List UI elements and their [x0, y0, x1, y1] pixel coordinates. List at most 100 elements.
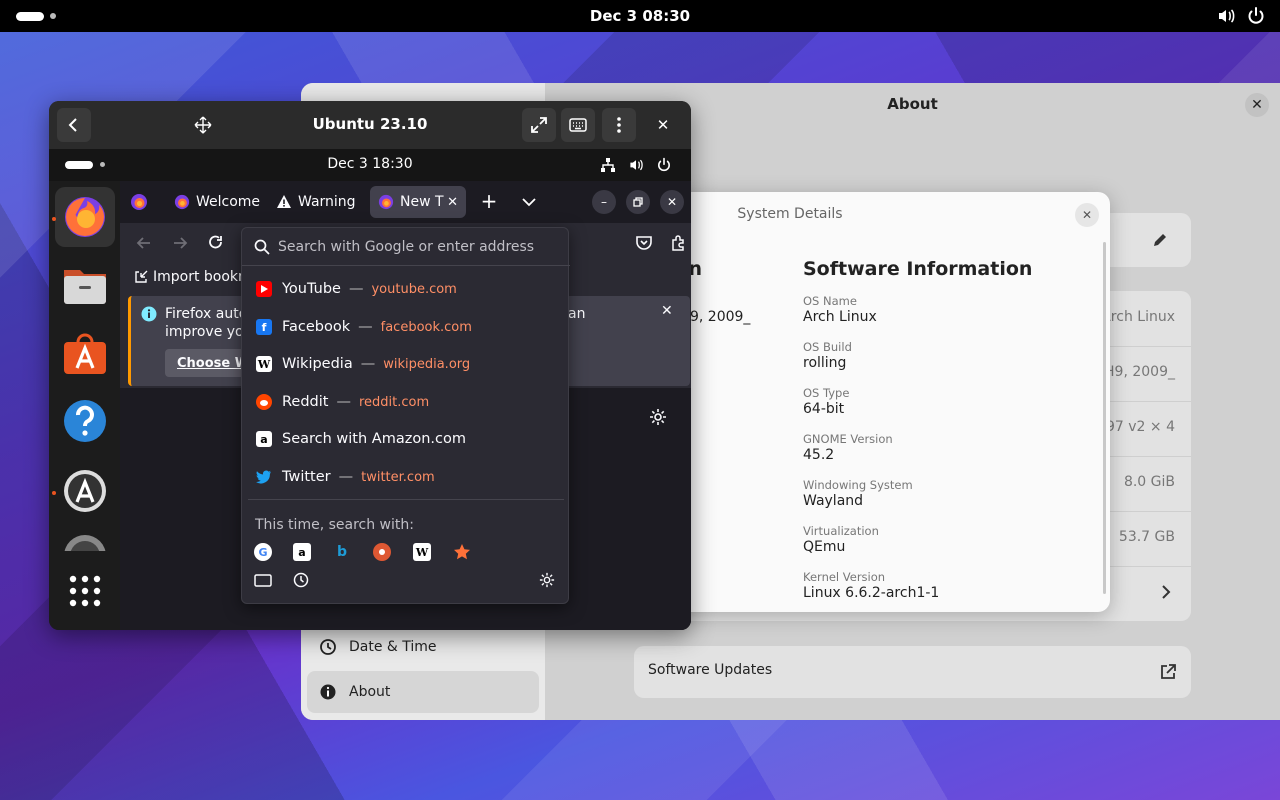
- close-button[interactable]: ✕: [1245, 93, 1269, 117]
- chevron-right-icon[interactable]: [1159, 584, 1173, 600]
- duckduckgo-engine-button[interactable]: [373, 543, 391, 561]
- volume-icon[interactable]: [628, 157, 644, 173]
- row-value: 8.0 GiB: [1123, 474, 1175, 490]
- list-tabs-icon[interactable]: [521, 195, 537, 209]
- google-engine-button[interactable]: G: [254, 543, 272, 561]
- suggestion-title: Twitter: [282, 469, 331, 485]
- tabs-icon[interactable]: [254, 573, 272, 587]
- new-tab-button[interactable]: +: [478, 191, 500, 213]
- power-icon[interactable]: [656, 157, 672, 173]
- os-build-value: rolling: [803, 355, 847, 371]
- move-handle[interactable]: [194, 116, 212, 134]
- suggestion-youtube[interactable]: YouTube — youtube.com: [248, 271, 564, 307]
- back-button[interactable]: [57, 108, 91, 142]
- back-icon[interactable]: [134, 233, 154, 253]
- history-icon[interactable]: [293, 572, 309, 588]
- choose-button[interactable]: Choose W: [165, 349, 251, 377]
- twitter-icon: [256, 469, 272, 485]
- network-icon[interactable]: [600, 157, 616, 173]
- fullscreen-button[interactable]: [522, 108, 556, 142]
- suggestion-wikipedia[interactable]: W Wikipedia — wikipedia.org: [248, 346, 564, 382]
- wikipedia-engine-button[interactable]: W: [413, 543, 431, 561]
- reddit-icon: [256, 394, 272, 410]
- activities-indicator[interactable]: [16, 12, 44, 21]
- urlbar[interactable]: [242, 228, 570, 266]
- search-icon: [254, 239, 270, 255]
- windowing-system-value: Wayland: [803, 493, 864, 509]
- reload-icon[interactable]: [206, 233, 226, 253]
- guest-clock[interactable]: Dec 3 18:30: [49, 156, 691, 172]
- dock-item-files[interactable]: [55, 255, 115, 315]
- gear-icon[interactable]: [649, 408, 667, 426]
- url-input[interactable]: [278, 236, 558, 258]
- suggestion-title: Wikipedia: [282, 356, 353, 372]
- import-bookmarks-button[interactable]: Import bookm: [134, 269, 252, 285]
- import-bookmarks-label: Import bookm: [153, 269, 252, 285]
- suggestion-facebook[interactable]: f Facebook — facebook.com: [248, 309, 564, 345]
- software-updates-label: Software Updates: [648, 662, 773, 678]
- suggestion-amazon[interactable]: a Search with Amazon.com: [248, 421, 564, 457]
- activities-indicator[interactable]: [65, 161, 93, 169]
- suggestion-reddit[interactable]: Reddit — reddit.com: [248, 384, 564, 420]
- keyboard-button[interactable]: [561, 108, 595, 142]
- dock-item-software-updater[interactable]: [55, 461, 115, 521]
- gnome-version-value: 45.2: [803, 447, 835, 463]
- notification-text-right: an: [568, 306, 586, 322]
- close-button[interactable]: ✕: [660, 190, 684, 214]
- dialog-title: System Details: [737, 206, 843, 222]
- suggestion-twitter[interactable]: Twitter — twitter.com: [248, 459, 564, 495]
- clock[interactable]: Dec 3 08:30: [0, 7, 1280, 25]
- tab-welcome[interactable]: Welcome: [166, 186, 268, 218]
- software-updates-row[interactable]: Software Updates: [634, 646, 1191, 698]
- close-notification-icon[interactable]: ✕: [661, 303, 673, 319]
- amazon-engine-button[interactable]: a: [293, 543, 311, 561]
- keyboard-icon: [569, 118, 587, 132]
- dock-item-app-center[interactable]: [55, 323, 115, 383]
- dock-item-help[interactable]: [55, 391, 115, 451]
- pocket-icon[interactable]: [634, 233, 654, 253]
- suggestion-title: Reddit: [282, 394, 329, 410]
- firefox-icon: [131, 194, 147, 210]
- gear-icon[interactable]: [539, 572, 555, 588]
- workspace-dot[interactable]: [50, 13, 56, 19]
- maximize-button[interactable]: [626, 190, 650, 214]
- volume-icon[interactable]: [1216, 6, 1236, 26]
- sidebar-item-date-time[interactable]: Date & Time: [307, 626, 539, 668]
- youtube-icon: [256, 281, 272, 297]
- tab-close-icon[interactable]: ✕: [447, 195, 458, 210]
- bookmarks-engine-button[interactable]: [453, 543, 471, 561]
- app-grid-icon: [69, 575, 101, 607]
- tab-warning[interactable]: Warning: [268, 186, 368, 218]
- menu-button[interactable]: [602, 108, 636, 142]
- close-button[interactable]: ✕: [1075, 203, 1099, 227]
- edit-icon[interactable]: [1151, 231, 1169, 249]
- dock-item-firefox[interactable]: [55, 187, 115, 247]
- wikipedia-icon: W: [256, 356, 272, 372]
- power-icon[interactable]: [1246, 6, 1266, 26]
- sidebar-item-about[interactable]: About: [307, 671, 539, 713]
- close-button[interactable]: ✕: [653, 115, 673, 135]
- restore-icon: [633, 197, 643, 207]
- guest-top-bar: Dec 3 18:30: [49, 149, 691, 181]
- sidebar-item-label: Date & Time: [349, 639, 437, 655]
- firefox-icon: [65, 197, 105, 237]
- os-name-key: OS Name: [803, 294, 857, 308]
- tab-new-tab[interactable]: New T ✕: [370, 186, 466, 218]
- firefox-view-button[interactable]: [130, 193, 148, 211]
- extensions-icon[interactable]: [669, 233, 689, 253]
- forward-icon[interactable]: [170, 233, 190, 253]
- app-center-icon: [64, 333, 106, 374]
- bing-engine-button[interactable]: b: [333, 543, 351, 561]
- info-icon: [141, 306, 157, 322]
- dock-item-partial[interactable]: [55, 521, 115, 551]
- workspace-dot[interactable]: [100, 162, 105, 167]
- firefox-icon: [174, 194, 190, 210]
- scrollbar[interactable]: [1103, 242, 1106, 594]
- top-bar: Dec 3 08:30: [0, 0, 1280, 32]
- suggestion-url: facebook.com: [380, 319, 472, 335]
- minimize-button[interactable]: –: [592, 190, 616, 214]
- show-apps-button[interactable]: [55, 561, 115, 621]
- tab-label: Warning: [298, 194, 356, 210]
- import-icon: [135, 270, 148, 283]
- system-details-dialog: System Details ✕ n 9, 2009_ Software Inf…: [660, 192, 1110, 612]
